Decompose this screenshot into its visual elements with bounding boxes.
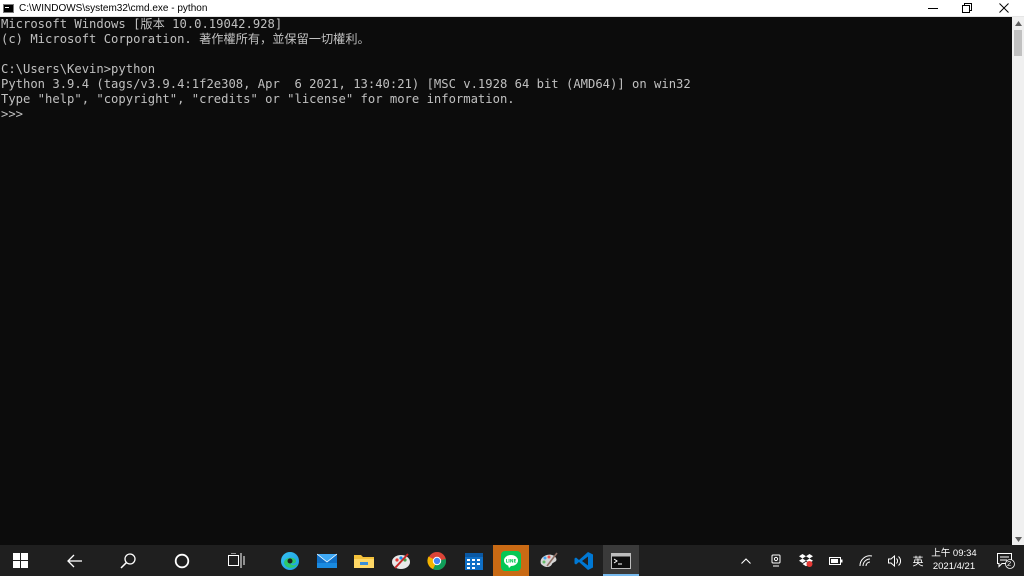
tray-network-button[interactable] [856,545,876,576]
svg-text:LINE: LINE [506,558,517,564]
search-icon [120,552,136,569]
show-hidden-icons-button[interactable] [736,545,756,576]
tray-device-button[interactable] [766,545,786,576]
taskbar-app-paint[interactable] [383,545,419,576]
taskbar-clock[interactable]: 上午 09:34 2021/4/21 [924,547,984,573]
scroll-down-button[interactable] [1012,533,1024,545]
taskbar-app-vscode[interactable] [566,545,602,576]
edge-icon [281,551,299,570]
restore-icon [962,3,972,13]
task-view-icon [227,553,244,568]
cmd-icon [611,552,631,569]
taskbar-app-edge[interactable] [272,545,308,576]
taskbar-app-paint3d[interactable] [530,545,566,576]
paint-icon [392,552,410,569]
cortana-icon [174,553,190,568]
back-button[interactable] [55,545,95,576]
start-button[interactable] [0,545,40,576]
cortana-button[interactable] [162,545,202,576]
tray-dropbox-button[interactable] [796,545,816,576]
action-center-button[interactable]: 2 [988,545,1024,576]
taskbar-app-chrome[interactable] [419,545,455,576]
calendar-icon [465,552,483,570]
console-line: Python 3.9.4 (tags/v3.9.4:1f2e308, Apr 6… [1,77,691,91]
taskbar: LINE 英 上午 09:34 2021/4/21 2 [0,545,1024,576]
paint3d-icon [540,552,558,567]
file-explorer-icon [354,554,374,568]
volume-icon [888,554,901,567]
wifi-icon [859,554,873,566]
taskbar-app-line[interactable]: LINE [493,545,529,576]
close-icon [999,3,1009,13]
close-button[interactable] [984,0,1024,17]
taskbar-app-calendar[interactable] [456,545,492,576]
scroll-up-button[interactable] [1012,17,1024,29]
battery-icon [829,556,843,565]
tray-volume-button[interactable] [884,545,906,576]
chevron-up-icon [741,557,751,564]
notification-count-badge: 2 [1007,559,1012,568]
chevron-up-icon [1014,20,1022,26]
title-bar: C:\WINDOWS\system32\cmd.exe - python [0,0,1024,17]
search-button[interactable] [108,545,148,576]
taskbar-app-file-explorer[interactable] [346,545,382,576]
chrome-icon [427,551,447,570]
console-line: Type "help", "copyright", "credits" or "… [1,92,515,106]
minimize-button[interactable] [916,0,950,17]
tray-battery-button[interactable] [826,545,846,576]
scrollbar-thumb[interactable] [1014,30,1022,56]
chevron-down-icon [1014,536,1022,542]
mail-icon [317,553,337,568]
console-line: (c) Microsoft Corporation. 著作權所有，並保留一切權利… [1,32,370,46]
clock-date: 2021/4/21 [932,561,976,572]
console-prompt[interactable]: >>> [1,107,1012,122]
task-view-button[interactable] [216,545,256,576]
restore-button[interactable] [950,0,984,17]
console-line: Microsoft Windows [版本 10.0.19042.928] [1,17,283,31]
taskbar-app-mail[interactable] [309,545,345,576]
vertical-scrollbar[interactable] [1012,17,1024,545]
dropbox-icon [799,554,813,567]
console-line: C:\Users\Kevin>python [1,62,156,76]
minimize-icon [928,8,938,9]
clock-time: 上午 09:34 [931,548,977,559]
window-controls [916,0,1024,17]
cmd-app-icon [3,3,14,13]
line-icon: LINE [501,550,521,571]
back-icon [67,554,82,567]
windows-logo-icon [12,553,28,568]
vscode-icon [574,551,593,570]
taskbar-app-cmd[interactable] [603,545,639,576]
console-output[interactable]: Microsoft Windows [版本 10.0.19042.928] (c… [0,17,1012,545]
input-language-label: 英 [912,555,924,568]
device-icon [771,554,781,567]
notification-icon [997,552,1015,569]
window-title: C:\WINDOWS\system32\cmd.exe - python [19,2,208,14]
